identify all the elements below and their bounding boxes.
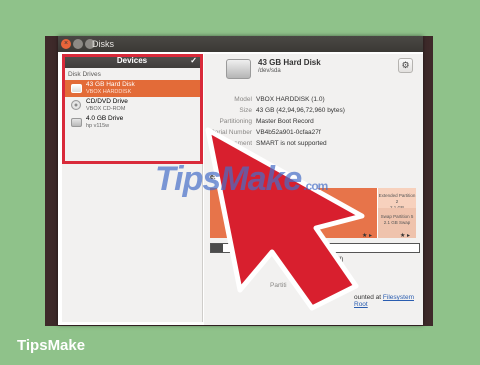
property-value: VB4b52a901-0cfaa27f: [256, 129, 321, 136]
mount-info: ounted at Filesystem Root: [354, 294, 423, 308]
watermark-suffix: .com: [303, 179, 328, 193]
close-button[interactable]: ×: [61, 39, 71, 49]
property-value: SMART is not supported: [256, 140, 327, 147]
gear-button[interactable]: ⚙: [398, 58, 413, 73]
check-icon[interactable]: ✓: [190, 54, 197, 68]
watermark: TipsMake .com: [155, 160, 328, 199]
drive-name: CD/DVD Drive: [86, 98, 128, 105]
drive-name: 43 GB Hard Disk: [86, 81, 135, 88]
property-label: Assessment: [216, 140, 252, 147]
devices-header: Devices ✓: [62, 54, 202, 68]
property-row: Size 43 GB (42,94,96,72,960 bytes): [204, 105, 414, 116]
hard-disk-large-icon: [226, 59, 251, 79]
disk-drives-section-label: Disk Drives: [68, 71, 101, 78]
drive-name: 4.0 GB Drive: [86, 115, 124, 122]
partition-label: Partiti: [270, 282, 287, 289]
property-value: Master Boot Record: [256, 118, 314, 125]
watermark-text: TipsMake: [155, 160, 302, 198]
usage-fill: [211, 244, 224, 252]
drive-item-cd-dvd[interactable]: CD/DVD Drive VBOX CD-ROM: [62, 97, 202, 114]
usage-text: (0.6% full): [314, 256, 344, 263]
drive-subtitle: hp v115w: [86, 123, 110, 129]
disk-path: /dev/sda: [258, 68, 281, 74]
minimize-button[interactable]: [73, 39, 83, 49]
property-label: Size: [239, 107, 252, 114]
title-bar: × Disks: [58, 36, 423, 52]
drive-item-usb[interactable]: 4.0 GB Drive hp v115w: [62, 114, 202, 131]
extended-partition-label: Extended Partition 2: [378, 193, 416, 204]
drive-item-hard-disk[interactable]: 43 GB Hard Disk VBOX HARDDISK: [62, 80, 202, 97]
mounted-prefix: ounted at: [354, 294, 382, 301]
drive-subtitle: VBOX HARDDISK: [86, 89, 132, 95]
property-label: Serial Number: [210, 129, 252, 136]
drive-subtitle: VBOX CD-ROM: [86, 106, 126, 112]
scene: × Disks Devices ✓ Disk Drives 43 GB Hard…: [0, 0, 480, 365]
property-row: Assessment SMART is not supported: [204, 138, 414, 149]
property-row: Model VBOX HARDDISK (1.0): [204, 94, 414, 105]
usb-drive-icon: [71, 118, 82, 127]
volume-tools: ★ ▸ ★ ▸: [210, 232, 416, 239]
property-value: 43 GB (42,94,96,72,960 bytes): [256, 107, 345, 114]
disk-title: 43 GB Hard Disk: [258, 58, 321, 67]
usage-bar: [210, 243, 420, 253]
disk-properties: Model VBOX HARDDISK (1.0) Size 43 GB (42…: [204, 94, 414, 149]
property-row: Partitioning Master Boot Record: [204, 116, 414, 127]
tools-icon[interactable]: ★ ▸: [362, 232, 372, 239]
devices-header-label: Devices: [116, 56, 148, 65]
property-label: Model: [234, 96, 252, 103]
property-value: VBOX HARDDISK (1.0): [256, 96, 325, 103]
brand-logo: TipsMake: [17, 337, 86, 354]
window-title: Disks: [92, 39, 114, 49]
property-row: Serial Number VB4b52a901-0cfaa27f: [204, 127, 414, 138]
property-label: Partitioning: [219, 118, 252, 125]
hard-disk-icon: [71, 84, 82, 93]
optical-drive-icon: [71, 100, 81, 110]
tools-icon[interactable]: ★ ▸: [400, 232, 410, 239]
swap-partition-size: 2.1 GB Swap: [383, 220, 411, 225]
